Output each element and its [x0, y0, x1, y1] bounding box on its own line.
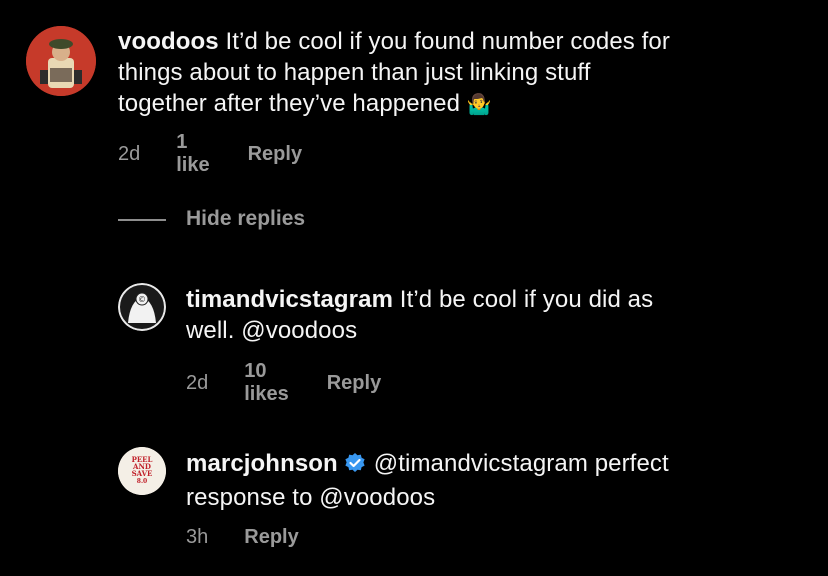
timestamp: 2d: [186, 371, 209, 394]
timestamp: 3h: [186, 526, 209, 548]
svg-text:8.0: 8.0: [137, 478, 147, 485]
comment-meta: 2d 1 like Reply: [118, 131, 302, 177]
username[interactable]: timandvicstagram: [186, 286, 393, 313]
comment-text-line: together after they’ve happened: [118, 90, 461, 117]
reply-button[interactable]: Reply: [327, 372, 381, 395]
comment-text-line: It’d be cool if you did as: [399, 286, 654, 313]
timestamp: 2d: [118, 142, 141, 165]
avatar-marcjohnson[interactable]: PEEL AND SAVE 8.0: [118, 447, 166, 495]
likes-count[interactable]: 1 like: [176, 131, 209, 177]
reply-button[interactable]: Reply: [248, 143, 302, 166]
username[interactable]: marcjohnson: [186, 450, 338, 477]
reply-button[interactable]: Reply: [244, 526, 298, 549]
comment-text-line: things about to happen than just linking…: [118, 59, 591, 86]
comment-text-line: response to @voodoos: [186, 484, 436, 511]
comment-meta: 2d 10 likes Reply: [186, 360, 381, 406]
avatar-marcjohnson-image: PEEL AND SAVE 8.0: [118, 447, 166, 495]
comment-meta: 3h Reply: [186, 526, 299, 549]
username[interactable]: voodoos: [118, 28, 219, 55]
comment-body: marcjohnson @timandvicstagram perfect res…: [186, 448, 806, 513]
hide-replies-divider: [118, 219, 166, 221]
comment-text-line: well. @voodoos: [186, 317, 358, 344]
comment-body: voodoos It’d be cool if you found number…: [118, 26, 808, 121]
verified-badge-icon: [344, 451, 366, 482]
likes-count[interactable]: 10 likes: [244, 360, 288, 406]
avatar-voodoos[interactable]: [26, 26, 96, 96]
avatar-timandvicstagram-image: ©: [118, 283, 166, 331]
shrug-emoji-icon: 🤷‍♂️: [466, 94, 492, 116]
avatar-voodoos-image: [26, 26, 96, 96]
hide-replies-button[interactable]: Hide replies: [186, 207, 305, 231]
avatar-timandvicstagram[interactable]: ©: [118, 283, 166, 331]
comment-body: timandvicstagram It’d be cool if you did…: [186, 284, 806, 346]
svg-text:©: ©: [138, 295, 146, 304]
comment-text-line: It’d be cool if you found number codes f…: [225, 28, 670, 55]
comment-text-line: @timandvicstagram perfect: [373, 450, 669, 477]
svg-text:SAVE: SAVE: [132, 469, 153, 478]
